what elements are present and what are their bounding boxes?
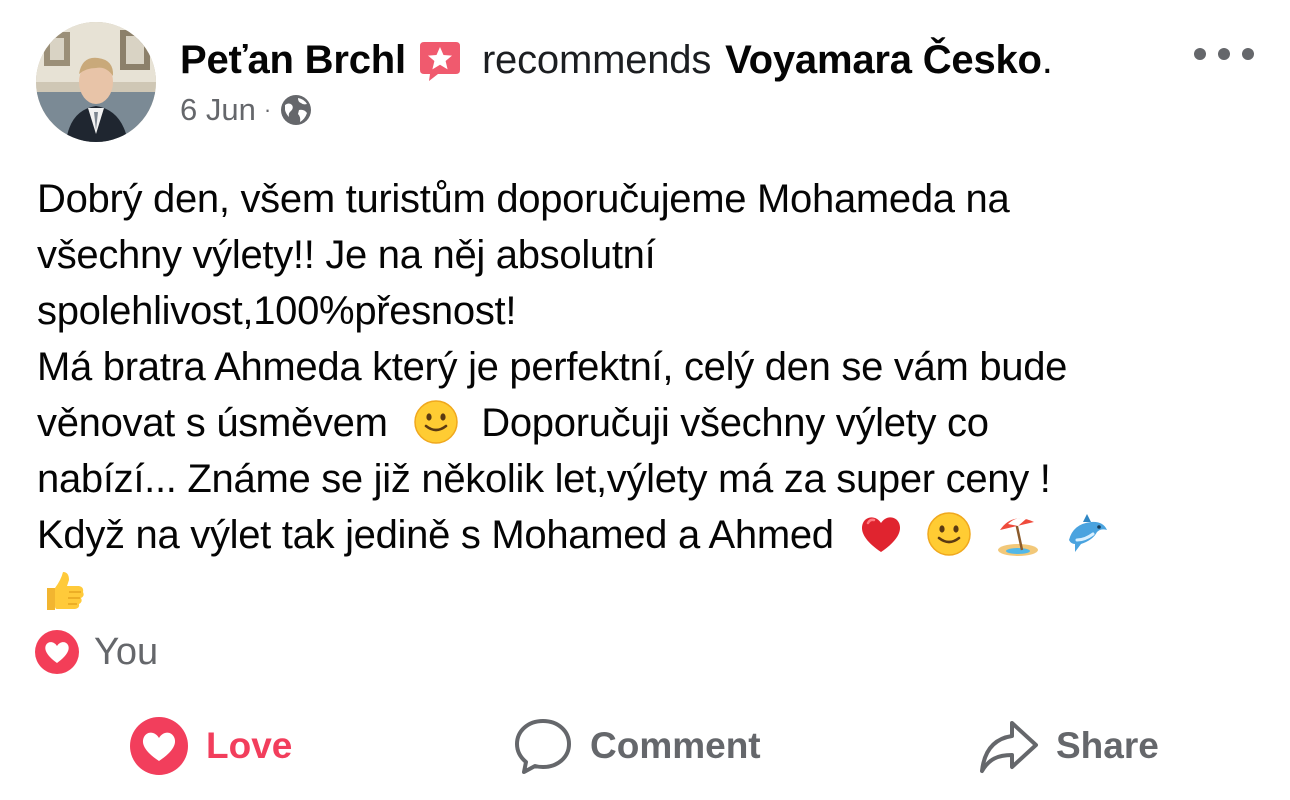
meta-separator: ·: [263, 97, 272, 122]
comment-button[interactable]: Comment: [512, 708, 761, 784]
avatar-photo: [36, 22, 156, 142]
post-text-fragment: věnovat s úsměvem: [37, 401, 388, 445]
author-avatar[interactable]: [36, 22, 156, 142]
post-header: Peťan Brchl recommends Voyamara Česko.: [180, 34, 1053, 86]
post-text-fragment: Když na výlet tak jedině s Mohamed a Ahm…: [37, 513, 834, 557]
love-label: Love: [206, 725, 293, 766]
slightly-smiling-face-icon: [412, 398, 460, 446]
author-name[interactable]: Peťan Brchl: [180, 38, 406, 83]
dolphin-icon: [1063, 510, 1111, 558]
slightly-smiling-face-icon: [925, 510, 973, 558]
post-text-line-with-emoji: věnovat s úsměvem Doporučuji všechny výl…: [37, 395, 1257, 451]
post-text-line-with-emoji: Když na výlet tak jedině s Mohamed a Ahm…: [37, 507, 1257, 563]
share-arrow-icon: [980, 721, 1038, 773]
globe-icon: [281, 95, 312, 125]
post-text-line: Dobrý den, všem turistům doporučujeme Mo…: [37, 177, 1010, 221]
beach-umbrella-icon: [994, 510, 1042, 558]
recommends-text: recommends: [481, 37, 712, 82]
post-text-fragment: Doporučuji všechny výlety co: [481, 401, 989, 445]
love-button[interactable]: Love: [128, 708, 292, 784]
post-text-line: nabízí... Známe se již několik let,výlet…: [37, 457, 1051, 501]
post-text: Dobrý den, všem turistům doporučujeme Mo…: [37, 171, 1257, 619]
comment-label: Comment: [590, 725, 761, 766]
recommended-page-name[interactable]: Voyamara Česko: [725, 38, 1042, 83]
post-text-line-emoji: [37, 563, 1257, 619]
love-reaction-icon: [35, 630, 79, 674]
more-options-icon[interactable]: [1194, 44, 1254, 64]
love-icon: [130, 717, 188, 775]
comment-bubble-icon: [515, 719, 571, 774]
reactions-summary[interactable]: You: [34, 626, 158, 678]
post-action-bar: Love Comment Share: [0, 708, 1290, 784]
post-date[interactable]: 6 Jun: [180, 92, 256, 128]
recommendation-star-icon: [418, 38, 462, 82]
thumbs-up-icon: [39, 566, 87, 614]
share-label: Share: [1056, 725, 1159, 766]
reactions-summary-text: You: [94, 630, 159, 673]
post-text-line: Má bratra Ahmeda který je perfektní, cel…: [37, 345, 1068, 389]
post-text-line: spolehlivost,100%přesnost!: [37, 289, 517, 333]
share-button[interactable]: Share: [978, 708, 1159, 784]
post-text-line: všechny výlety!! Je na něj absolutní: [37, 233, 656, 277]
header-period: .: [1041, 37, 1053, 82]
post-meta: 6 Jun ·: [180, 88, 313, 132]
red-heart-icon: [857, 510, 905, 558]
